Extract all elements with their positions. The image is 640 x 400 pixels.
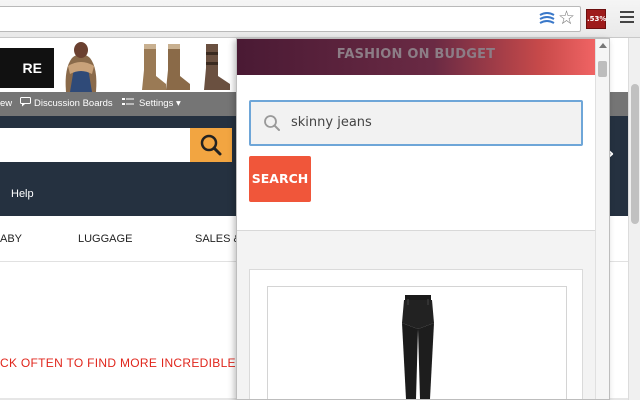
promo-banner-text: CK OFTEN TO FIND MORE INCREDIBLE DE: [0, 356, 257, 370]
discussion-icon: [20, 92, 31, 116]
nav-discussion-boards[interactable]: Discussion Boards: [34, 92, 113, 116]
boot-image[interactable]: [200, 42, 236, 92]
rss-icon[interactable]: [538, 10, 556, 28]
browser-toolbar: ☆ .53%: [0, 0, 640, 38]
site-logo[interactable]: RE: [0, 48, 54, 88]
extension-popup: FASHION ON BUDGET skinny jeans SEARCH: [236, 38, 610, 400]
product-image[interactable]: [388, 295, 448, 399]
popup-search-section: skinny jeans SEARCH: [237, 75, 595, 231]
site-search-input[interactable]: [0, 128, 190, 162]
star-icon[interactable]: ☆: [558, 8, 576, 28]
popup-header: FASHION ON BUDGET: [237, 39, 595, 75]
site-search-button[interactable]: [190, 128, 232, 162]
popup-scrollbar[interactable]: [595, 39, 609, 399]
category-luggage[interactable]: LUGGAGE: [78, 233, 132, 245]
nav-settings[interactable]: Settings: [139, 92, 173, 116]
search-button[interactable]: SEARCH: [249, 156, 311, 202]
settings-icon: [122, 92, 134, 116]
menu-icon[interactable]: [620, 11, 634, 25]
category-baby[interactable]: ABY: [0, 233, 22, 245]
results-section: [237, 231, 595, 399]
extension-icon[interactable]: .53%: [586, 9, 606, 29]
address-bar[interactable]: [0, 6, 581, 32]
nav-view-link[interactable]: ew: [0, 92, 12, 116]
category-sales[interactable]: SALES &: [195, 233, 241, 245]
settings-dropdown-icon: ▾: [176, 98, 181, 109]
page-scrollbar[interactable]: [628, 38, 640, 400]
popup-scroll-thumb[interactable]: [598, 61, 607, 77]
scroll-up-icon[interactable]: [599, 43, 607, 48]
search-input[interactable]: skinny jeans: [249, 100, 583, 146]
boots-image[interactable]: [136, 40, 194, 92]
product-image-frame: [267, 286, 567, 399]
search-icon: [264, 115, 280, 131]
search-icon: [200, 134, 222, 156]
product-card[interactable]: [249, 269, 583, 399]
search-input-value: skinny jeans: [291, 115, 372, 130]
help-link[interactable]: Help: [11, 188, 34, 200]
model-image[interactable]: [58, 38, 104, 92]
popup-title: FASHION ON BUDGET: [336, 47, 496, 62]
browser-window: ☆ .53% RE ew Discussion Boards Settings …: [0, 0, 640, 400]
page-scroll-thumb[interactable]: [631, 84, 639, 224]
